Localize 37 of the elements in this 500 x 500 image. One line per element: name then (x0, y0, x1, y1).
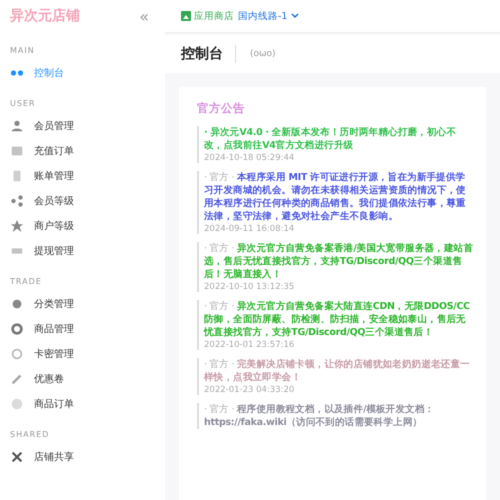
section-heading: SHARED (9, 429, 50, 441)
announcement-date: 2024-10-18 05:29:44 (204, 153, 296, 163)
sidebar-item[interactable]: 充值订单 (0, 138, 165, 163)
sidebar-item[interactable]: 商品订单 (0, 391, 165, 416)
section-heading: TRADE (9, 276, 43, 288)
route-dropdown[interactable]: 国内线路-1 (238, 10, 299, 22)
sidebar-item[interactable]: 会员管理 (0, 113, 165, 138)
star-icon (10, 218, 24, 232)
section-heading: USER (9, 98, 37, 110)
sidebar-item[interactable]: 提现管理 (0, 238, 165, 263)
share-icon (10, 194, 24, 208)
cross-icon (10, 450, 24, 464)
sidebar-item[interactable]: 分类管理 (0, 291, 165, 316)
logo-text: 异次元店铺 (10, 7, 80, 25)
section-heading: MAIN (9, 45, 36, 57)
sidebar-item[interactable]: 账单管理 (0, 163, 165, 188)
announcement-text[interactable]: · 官方 · 本程序采用 MIT 许可证进行开源，旨在为新手提供学习开发商城的机会。请勿在未获得相关运营资质的情况下，使用本程序进行任何种类的商品销售。我们提倡依法行事，尊重法律，坚守法律，避免对社会产生不良影响。 (204, 171, 474, 223)
circle-icon (10, 296, 24, 310)
chevron-down-icon (290, 12, 299, 18)
page-title: 控制台 (181, 45, 236, 63)
store-icon (181, 11, 191, 21)
sidebar-item[interactable]: 会员等级 (0, 188, 165, 213)
sidebar-item[interactable]: 商户等级 (0, 213, 165, 238)
sidebar-item[interactable]: 商品管理 (0, 316, 165, 341)
circle-icon (10, 396, 24, 410)
person-icon (10, 118, 24, 132)
sidebar-item[interactable]: 优惠卷 (0, 366, 165, 391)
ring-icon (10, 346, 24, 360)
emoticon-text: (oωo) (250, 49, 276, 59)
sidebar-item[interactable]: 店铺共享 (0, 444, 165, 469)
announcement-date: 2024-09-11 16:08:14 (204, 224, 296, 234)
announcement-date: 2022-01-23 04:33:20 (204, 385, 296, 395)
ring-icon (10, 322, 24, 336)
card-title: 官方公告 (197, 101, 246, 116)
announcement-date: 2022-10-10 13:12:35 (204, 282, 296, 292)
announcement-date: 2022-10-01 23:57:16 (204, 340, 296, 350)
sidebar-item[interactable]: 卡密管理 (0, 341, 165, 366)
